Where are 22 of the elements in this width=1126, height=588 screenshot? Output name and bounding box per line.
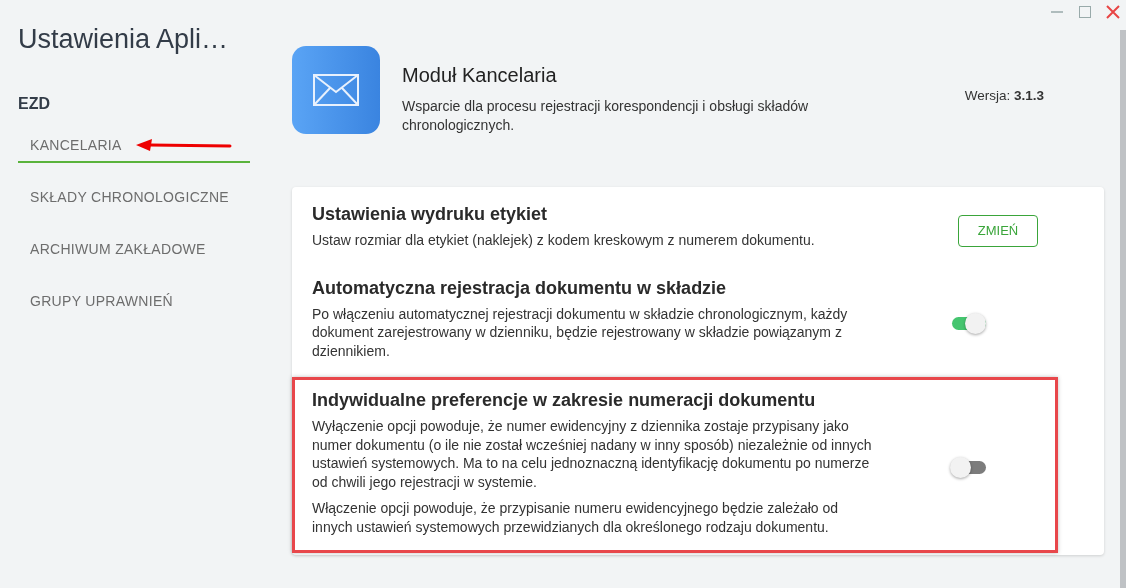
version-text: Wersja: 3.1.3 xyxy=(964,87,1044,103)
sidebar-item[interactable]: GRUPY UPRAWNIEŃ xyxy=(18,283,250,319)
app-title: Ustawienia Apli… xyxy=(18,24,230,55)
scrollbar[interactable] xyxy=(1120,30,1126,588)
close-icon[interactable] xyxy=(1106,5,1120,19)
setting-title: Indywidualne preferencje w zakresie numeracji dokumentu xyxy=(312,390,817,411)
change-button[interactable]: ZMIEŃ xyxy=(958,214,1038,247)
section-heading: EZD xyxy=(18,95,51,113)
setting-description: Wyłączenie opcji powoduje, że numer ewidencyjny z dziennika zostaje przypisany jako numer dokumentu (o ile nie został wcześniej nadany w inny sposób) niezależnie od innych ustawień systemowych. Ma to na celu jednoznaczną identyfikację dokumentu po numerze od chwili jego rejestracji w systemie. xyxy=(312,417,872,491)
toggle-switch[interactable] xyxy=(950,456,986,478)
setting-description: Włączenie opcji powoduje, że przypisanie numeru ewidencyjnego będzie zależało od innych ustawień systemowych przewidzianych dla określonego rodzaju dokumentu. xyxy=(312,499,840,536)
sidebar-item[interactable]: ARCHIWUM ZAKŁADOWE xyxy=(18,231,250,267)
setting-title: Ustawienia wydruku etykiet xyxy=(312,204,549,225)
setting-description: Ustaw rozmiar dla etykiet (naklejek) z kodem kreskowym z numerem dokumentu. xyxy=(312,231,816,250)
setting-title: Automatyczna rejestracja dokumentu w składzie xyxy=(312,277,728,299)
envelope-icon xyxy=(292,46,380,134)
toggle-switch[interactable] xyxy=(950,311,986,334)
setting-description: Po włączeniu automatycznej rejestracji dokumentu w składzie chronologicznym, każdy dokument zarejestrowany w dzienniku, będzie rejestrowany w składzie powiązanym z dziennikiem. xyxy=(312,304,849,360)
sidebar-item[interactable]: SKŁADY CHRONOLOGICZNE xyxy=(18,179,250,215)
module-description: Wsparcie dla procesu rejestracji korespondencji i obsługi składów chronologicznych. xyxy=(402,97,810,135)
module-title: Moduł Kancelaria xyxy=(402,64,558,87)
maximize-icon[interactable] xyxy=(1078,5,1092,19)
